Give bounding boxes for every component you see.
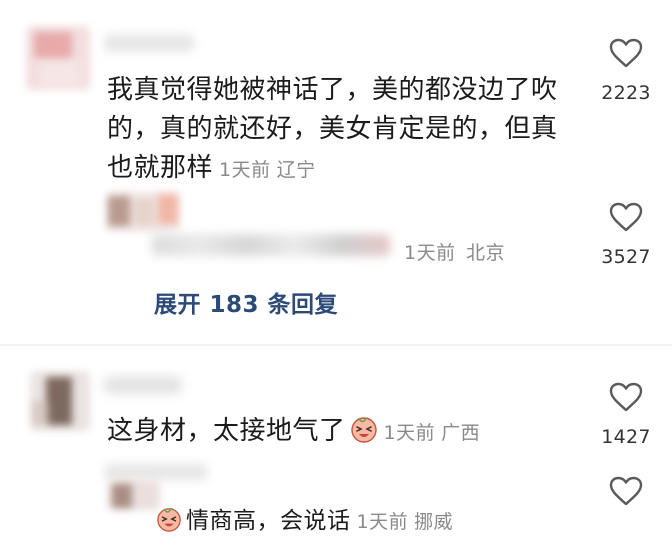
avatar[interactable] [108,480,160,510]
like-count: 2223 [601,82,651,104]
heart-outline-icon [609,202,643,232]
comment-time: 1天前 [383,422,436,444]
laughing-sweat-emoji-icon [350,415,378,455]
comment-text: 这身材，太接地气了 1天前 广西 [107,412,480,455]
like-count: 1427 [601,426,651,448]
heart-outline-icon [609,382,643,412]
reply-time: 1天前 [356,511,409,533]
avatar[interactable] [30,371,90,431]
reply-text: 情商高，会说话 1天前 挪威 [156,502,453,545]
expand-replies-button[interactable]: 展开 183 条回复 [154,285,338,319]
like-button[interactable]: 3527 [591,202,661,268]
comment-text-line-content: 也就那样 [107,153,214,183]
username[interactable] [104,376,182,394]
username[interactable] [104,464,208,480]
reply-location: 挪威 [414,511,454,533]
like-button[interactable] [591,476,661,506]
reply-location: 北京 [466,242,506,264]
comment-time: 1天前 [219,159,271,181]
like-button[interactable]: 1427 [591,382,661,448]
heart-outline-icon [609,476,643,506]
avatar[interactable] [26,26,90,90]
like-button[interactable]: 2223 [591,38,661,104]
comment-text-content: 这身材，太接地气了 [107,416,346,446]
divider [0,344,672,346]
heart-outline-icon [609,38,643,68]
avatar[interactable] [106,192,180,232]
comment-text-line: 我真觉得她被神话了，美的都没边了吹 [107,75,558,105]
comment-location: 辽宁 [276,159,316,181]
comment-text-line: 也就那样 1天前 辽宁 [107,149,587,190]
reply-time: 1天前 [404,242,456,264]
comment-text: 我真觉得她被神话了，美的都没边了吹 的，真的就还好，美女肯定是的，但真 也就那样… [107,71,587,190]
comment-text-line: 的，真的就还好，美女肯定是的，但真 [107,114,558,144]
laughing-sweat-emoji-icon [156,506,182,545]
reply-content [152,234,390,256]
like-count: 3527 [601,246,651,268]
comment-location: 广西 [441,422,481,444]
username[interactable] [104,34,194,52]
reply-text-content: 情商高，会说话 [186,508,351,534]
